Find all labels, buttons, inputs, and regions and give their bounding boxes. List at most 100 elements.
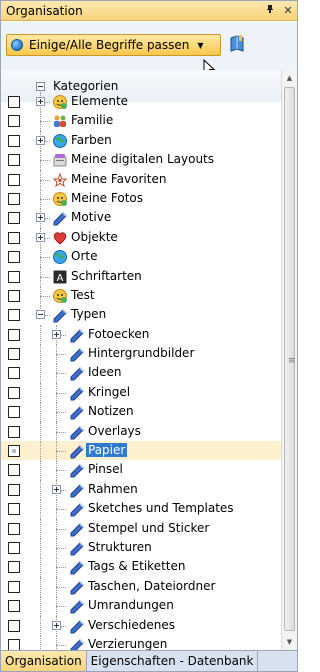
tree-connector (40, 382, 41, 403)
scrollbar-thumb[interactable]: ≡ (284, 87, 296, 631)
tree-item-checkbox[interactable] (8, 600, 20, 613)
tree-item-motive[interactable]: Motive (1, 208, 281, 229)
vertical-scrollbar[interactable]: ▲ ≡ ▼ (281, 70, 297, 650)
pen-icon (69, 482, 85, 498)
tree-item-objekte[interactable]: Objekte (1, 227, 281, 248)
tree-item-papier[interactable]: Papier (1, 441, 281, 462)
expand-icon[interactable] (52, 329, 61, 339)
scroll-up-icon[interactable]: ▲ (282, 70, 297, 86)
tree-item-familie[interactable]: Familie (1, 111, 281, 132)
tree-item-label: Meine digitalen Layouts (71, 152, 215, 167)
tree-item-label: Kringel (88, 384, 131, 399)
tree-item-checkbox[interactable] (8, 96, 20, 108)
tree-item-checkbox[interactable] (8, 406, 20, 419)
pen-icon (69, 404, 85, 420)
globe-icon (52, 133, 68, 149)
tree-item-hintergrundbilder[interactable]: Hintergrundbilder (1, 344, 281, 365)
tree-item-checkbox[interactable] (8, 425, 20, 438)
favorite-icon (52, 172, 68, 188)
tree-item-test[interactable]: Test (1, 285, 281, 306)
tree-connector (56, 547, 66, 549)
scroll-down-icon[interactable]: ▼ (282, 634, 297, 650)
tree-item-taschen-dateiordner[interactable]: Taschen, Dateiordner (1, 576, 281, 597)
tree-connector (56, 586, 66, 588)
smiley-icon (52, 94, 68, 110)
tree-item-overlays[interactable]: Overlays (1, 421, 281, 442)
tree-item-notizen[interactable]: Notizen (1, 402, 281, 423)
tree-item-checkbox[interactable] (8, 289, 20, 302)
tree-item-checkbox[interactable] (8, 115, 20, 128)
tree-item-checkbox[interactable] (8, 483, 20, 496)
tree-item-orte[interactable]: Orte (1, 247, 281, 268)
tree-item-checkbox[interactable] (8, 619, 20, 632)
pin-icon[interactable] (261, 4, 279, 17)
tree-item-checkbox[interactable] (8, 541, 20, 554)
expand-icon[interactable] (36, 213, 45, 223)
tree-item-schriftarten[interactable]: A Schriftarten (1, 266, 281, 287)
tree-item-checkbox[interactable] (8, 270, 20, 283)
tree-item-sketches-und-templates[interactable]: Sketches und Templates (1, 499, 281, 520)
expand-icon[interactable] (52, 484, 61, 494)
tree-item-label: Stempel und Sticker (88, 520, 210, 535)
tree-item-label: Test (71, 287, 95, 302)
tree-item-checkbox[interactable] (8, 561, 20, 574)
tree-item-verschiedenes[interactable]: Verschiedenes (1, 615, 281, 636)
tree-item-checkbox[interactable] (8, 445, 20, 458)
tree-item-checkbox[interactable] (8, 367, 20, 380)
smiley-icon (52, 191, 68, 207)
tree-item-label: Pinsel (88, 462, 123, 477)
tree-item-umrandungen[interactable]: Umrandungen (1, 596, 281, 617)
family-icon (52, 113, 68, 129)
tree-item-checkbox[interactable] (8, 503, 20, 516)
tree-item-farben[interactable]: Farben (1, 130, 281, 151)
tree-item-meine-fotos[interactable]: Meine Fotos (1, 188, 281, 209)
tree-item-pinsel[interactable]: Pinsel (1, 460, 281, 481)
tree-item-checkbox[interactable] (8, 580, 20, 593)
tree-item-checkbox[interactable] (8, 309, 20, 322)
tree-item-label: Meine Fotos (71, 190, 143, 205)
globe-icon (52, 249, 68, 265)
tree-item-rahmen[interactable]: Rahmen (1, 479, 281, 500)
tree-item-kringel[interactable]: Kringel (1, 382, 281, 403)
tree-connector (40, 441, 41, 462)
tab-eigenschaften-datenbank[interactable]: Eigenschaften - Datenbank (87, 651, 259, 671)
tree-item-label: Notizen (88, 404, 134, 419)
tree-item-checkbox[interactable] (8, 522, 20, 535)
tree-connector (56, 373, 66, 375)
expand-icon[interactable] (36, 97, 45, 106)
tab-organisation[interactable]: Organisation (1, 651, 87, 671)
tree-item-checkbox[interactable] (8, 212, 20, 225)
tree-item-checkbox[interactable] (8, 464, 20, 477)
expand-icon[interactable] (36, 135, 45, 145)
tree-item-meine-favoriten[interactable]: Meine Favoriten (1, 169, 281, 190)
expand-icon[interactable] (36, 232, 45, 242)
tree-item-label: Strukturen (88, 539, 152, 554)
tree-item-strukturen[interactable]: Strukturen (1, 537, 281, 558)
tree-item-checkbox[interactable] (8, 328, 20, 341)
tree-item-checkbox[interactable] (8, 348, 20, 361)
tree-item-checkbox[interactable] (8, 192, 20, 205)
filter-dropdown-button[interactable]: Einige/Alle Begriffe passen ▼ (6, 34, 221, 56)
tree-item-checkbox[interactable] (8, 251, 20, 264)
expand-icon[interactable] (52, 620, 61, 630)
book-icon[interactable] (229, 35, 245, 53)
close-icon[interactable]: ✕ (279, 4, 297, 17)
pen-icon (69, 424, 85, 440)
tree-item-ideen[interactable]: Ideen (1, 363, 281, 384)
svg-text:A: A (57, 273, 64, 284)
tree-item-elemente[interactable]: Elemente (1, 92, 281, 112)
tree-item-checkbox[interactable] (8, 134, 20, 147)
tree-item-stempel-und-sticker[interactable]: Stempel und Sticker (1, 518, 281, 539)
tree-item-checkbox[interactable] (8, 154, 20, 167)
tree-connector (40, 499, 41, 520)
tree-item-fotoecken[interactable]: Fotoecken (1, 324, 281, 345)
tree-item-meine-digitalen-layouts[interactable]: Meine digitalen Layouts (1, 150, 281, 171)
filter-dropdown-label: Einige/Alle Begriffe passen (29, 38, 190, 52)
tree-item-tags-etiketten[interactable]: Tags & Etiketten (1, 557, 281, 578)
collapse-icon[interactable] (36, 310, 45, 320)
tree-item-checkbox[interactable] (8, 173, 20, 186)
tree-item-checkbox[interactable] (8, 386, 20, 399)
collapse-icon[interactable] (36, 81, 45, 91)
tree-item-typen[interactable]: Typen (1, 305, 281, 324)
tree-item-checkbox[interactable] (8, 231, 20, 244)
